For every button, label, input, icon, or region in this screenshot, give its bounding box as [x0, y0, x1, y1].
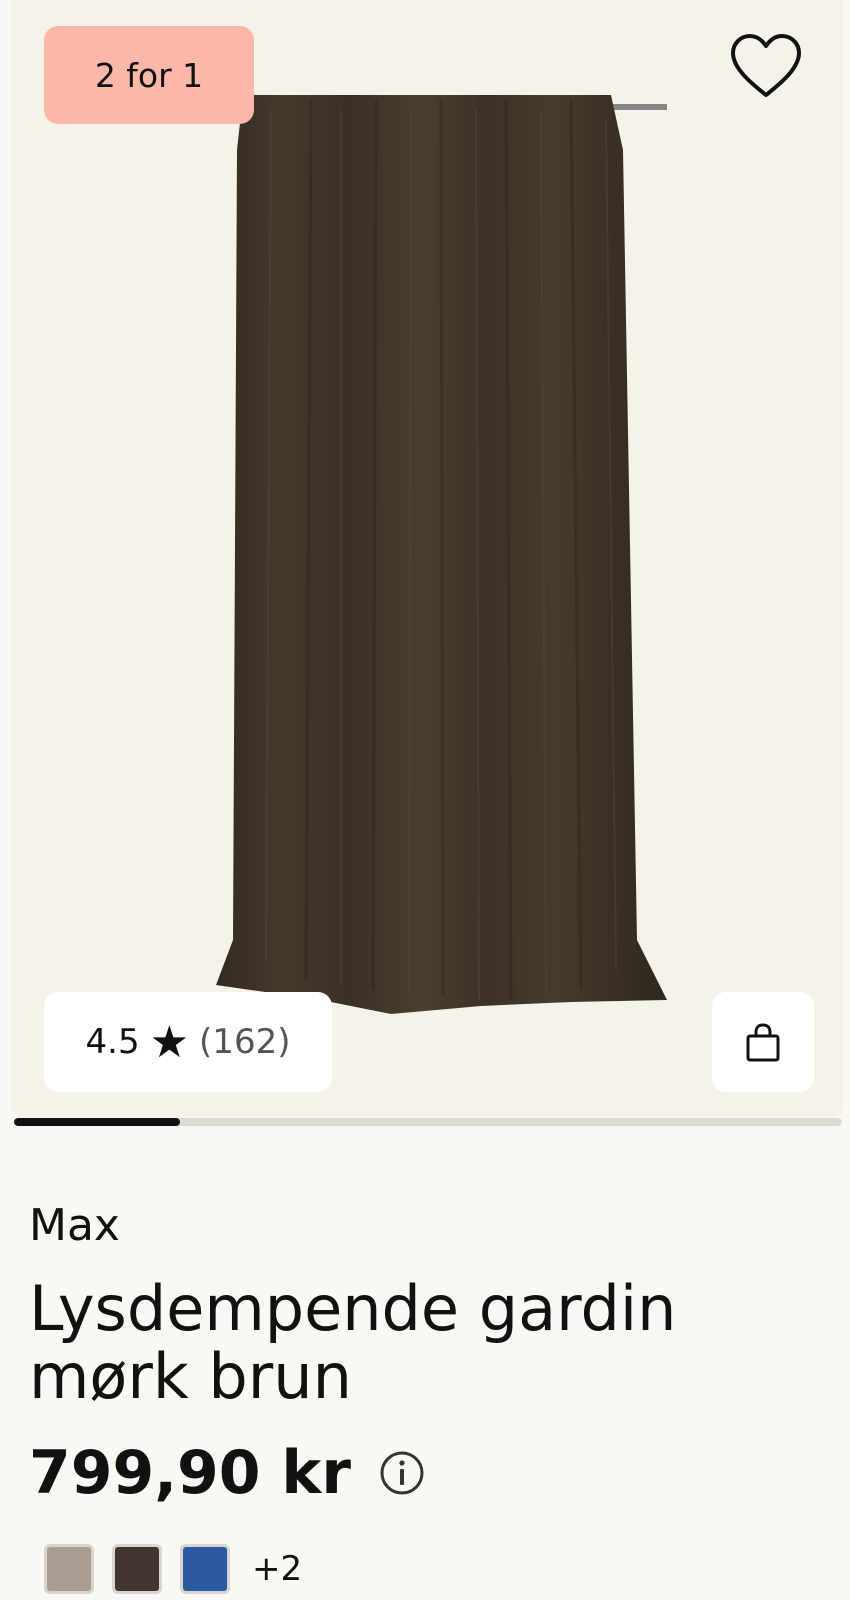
info-icon	[380, 1451, 424, 1495]
product-brand[interactable]: Max	[29, 1200, 120, 1251]
rating-score: 4.5	[85, 1022, 140, 1062]
price-info-button[interactable]	[379, 1450, 425, 1496]
promo-badge: 2 for 1	[44, 26, 254, 124]
product-image-gallery[interactable]: 2 for 1 4.5 ★ (162)	[11, 0, 843, 1117]
favorite-button[interactable]	[725, 28, 807, 104]
product-price: 799,90 kr	[29, 1438, 351, 1508]
star-icon: ★	[149, 1016, 190, 1068]
more-colors-label[interactable]: +2	[252, 1549, 302, 1589]
add-to-cart-button[interactable]	[712, 992, 814, 1092]
shopping-bag-icon	[746, 1023, 780, 1062]
rating-pill[interactable]: 4.5 ★ (162)	[44, 992, 332, 1092]
price-row: 799,90 kr	[29, 1438, 425, 1508]
gallery-progress-fill	[14, 1118, 180, 1126]
product-image	[216, 95, 667, 1014]
gallery-progress-bar	[14, 1118, 842, 1126]
color-swatch-blue[interactable]	[180, 1544, 230, 1594]
heart-icon	[731, 34, 801, 97]
color-swatch-brown[interactable]	[112, 1544, 162, 1594]
color-swatch-beige[interactable]	[44, 1544, 94, 1594]
review-count: (162)	[199, 1022, 291, 1062]
product-title[interactable]: Lysdempende gardin mørk brun	[29, 1275, 819, 1411]
color-swatches: +2	[44, 1544, 302, 1594]
